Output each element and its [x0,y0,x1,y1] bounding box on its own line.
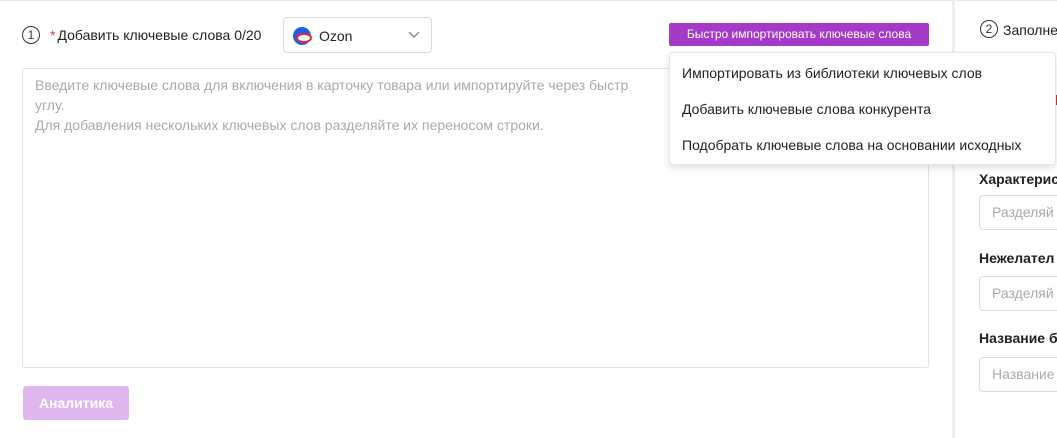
ozon-logo-icon [293,27,312,45]
top-border-right [955,0,1057,1]
chevron-down-icon [408,31,420,38]
characteristics-label: Характерис [979,171,1057,187]
brand-name-input[interactable]: Название [979,357,1057,392]
quick-import-keywords-button[interactable]: Быстро импортировать ключевые слова [669,23,929,46]
characteristics-input[interactable]: Разделяй [979,195,1057,230]
brand-name-label: Название б [979,330,1057,346]
keywords-counter: 0/20 [234,27,262,43]
menu-item-import-from-library[interactable]: Импортировать из библиотеки ключевых сло… [670,55,1055,91]
import-dropdown-menu: Импортировать из библиотеки ключевых сло… [669,52,1056,165]
menu-item-add-competitor-keywords[interactable]: Добавить ключевые слова конкурента [670,91,1055,127]
analytics-button[interactable]: Аналитика [23,386,129,420]
top-border [0,0,952,1]
platform-select[interactable]: Ozon [283,17,432,53]
keywords-title-text: Добавить ключевые слова [57,27,231,43]
unwanted-words-input[interactable]: Разделяй [979,276,1057,311]
menu-item-suggest-keywords[interactable]: Подобрать ключевые слова на основании ис… [670,127,1055,163]
platform-selected-value: Ozon [319,28,353,44]
required-mark: * [50,27,56,43]
details-section-title: Заполне [1003,22,1057,38]
keywords-section-title: * Добавить ключевые слова 0/20 [50,27,261,43]
step-number-2: 2 [980,20,998,38]
unwanted-words-label: Нежелател [979,250,1055,266]
step-number-1: 1 [22,26,40,44]
page: 1 * Добавить ключевые слова 0/20 Ozon Быс… [0,0,1057,438]
